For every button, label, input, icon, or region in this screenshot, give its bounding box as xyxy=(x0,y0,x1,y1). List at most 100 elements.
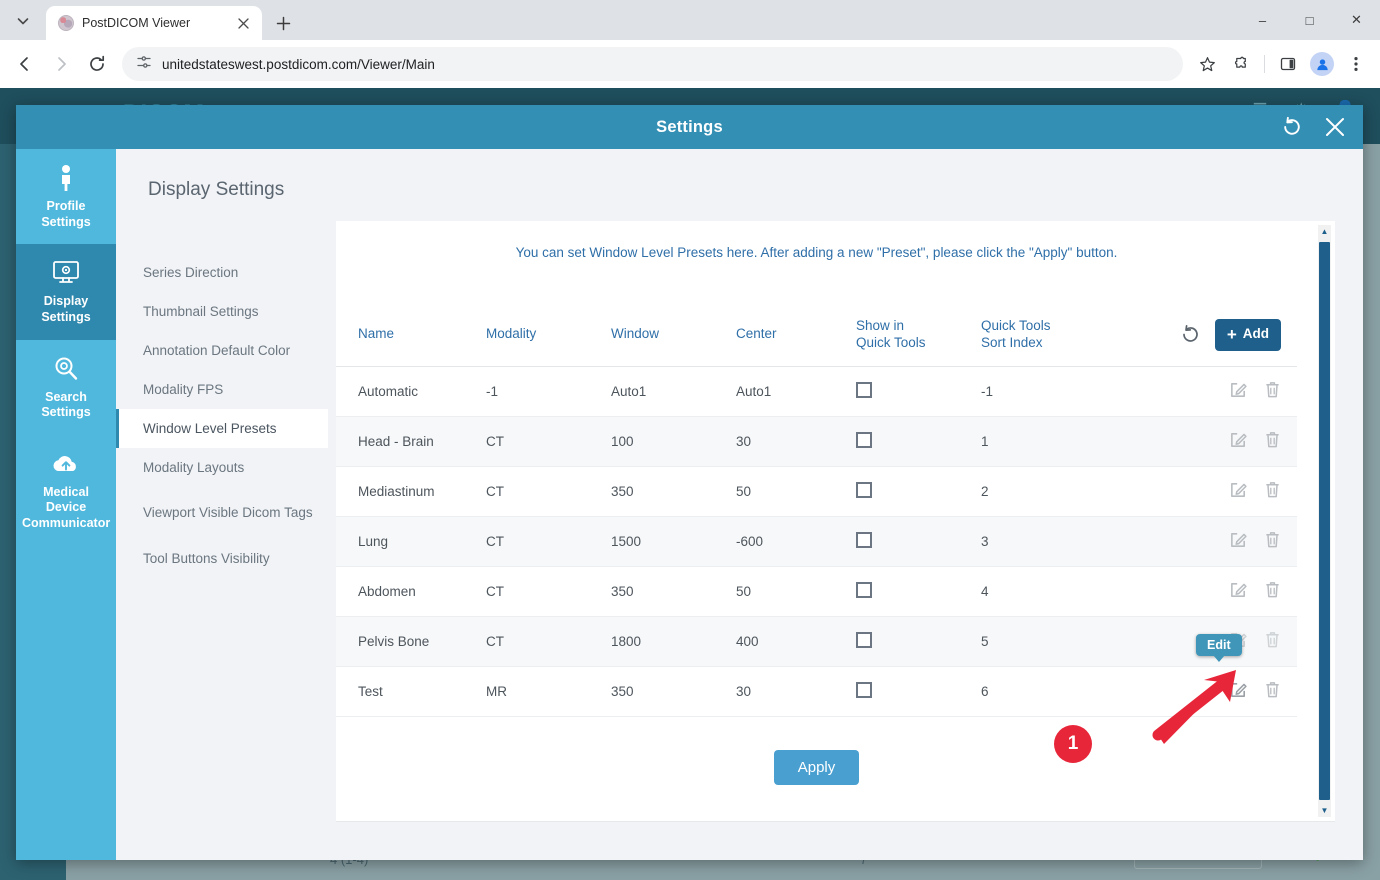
column-header-name: Name xyxy=(336,308,486,367)
submenu-item-viewport-visible-dicom-tags[interactable]: Viewport Visible Dicom Tags xyxy=(116,487,328,539)
presets-panel-inner: You can set Window Level Presets here. A… xyxy=(336,221,1335,821)
trash-icon[interactable] xyxy=(1264,480,1281,499)
scroll-up-icon[interactable]: ▲ xyxy=(1318,225,1331,238)
table-row[interactable]: Test MR 350 30 6 xyxy=(336,666,1297,717)
edit-icon[interactable] xyxy=(1229,680,1248,699)
panel-scrollbar[interactable]: ▲ ▼ xyxy=(1318,225,1331,817)
sidebar-label-line2: Communicator xyxy=(22,516,111,530)
submenu-item-modality-layouts[interactable]: Modality Layouts xyxy=(116,448,328,487)
trash-icon[interactable] xyxy=(1264,580,1281,599)
table-row[interactable]: Automatic -1 Auto1 Auto1 -1 xyxy=(336,366,1297,417)
submenu-item-tool-buttons-visibility[interactable]: Tool Buttons Visibility xyxy=(116,539,328,578)
table-row[interactable]: Head - Brain CT 100 30 1 xyxy=(336,416,1297,467)
tab-strip: PostDICOM Viewer – □ ✕ xyxy=(0,0,1380,40)
show-in-quick-tools-checkbox[interactable] xyxy=(856,381,872,398)
trash-icon[interactable] xyxy=(1264,680,1281,699)
column-header-show-in-quick-tools: Show in Quick Tools xyxy=(856,308,981,367)
submenu-item-thumbnail-settings[interactable]: Thumbnail Settings xyxy=(116,292,328,331)
show-in-quick-tools-checkbox[interactable] xyxy=(856,431,872,448)
trash-icon[interactable] xyxy=(1264,630,1281,649)
maximize-button[interactable]: □ xyxy=(1286,0,1333,40)
table-row[interactable]: Pelvis Bone CT 1800 400 5 xyxy=(336,616,1297,667)
column-header-modality: Modality xyxy=(486,308,611,367)
refresh-icon[interactable] xyxy=(1180,324,1201,345)
trash-icon[interactable] xyxy=(1264,530,1281,549)
edit-icon[interactable] xyxy=(1229,530,1248,549)
window-close-button[interactable]: ✕ xyxy=(1333,0,1380,40)
cloud-upload-icon xyxy=(22,449,110,479)
sidebar-label-line1: Profile xyxy=(46,199,86,213)
trash-icon[interactable] xyxy=(1264,430,1281,449)
table-row[interactable]: Mediastinum CT 350 50 2 xyxy=(336,466,1297,517)
apply-button[interactable]: Apply xyxy=(773,750,860,785)
cell-name: Abdomen xyxy=(336,566,486,617)
forward-button[interactable] xyxy=(44,47,78,81)
add-preset-button[interactable]: + Add xyxy=(1214,318,1281,351)
column-header-actions: + Add xyxy=(1131,308,1297,367)
show-in-quick-tools-checkbox[interactable] xyxy=(856,581,872,598)
cell-modality: CT xyxy=(486,566,611,617)
tab-close-icon[interactable] xyxy=(234,14,252,32)
cell-modality: -1 xyxy=(486,366,611,417)
edit-icon[interactable] xyxy=(1229,480,1248,499)
extensions-puzzle-icon[interactable] xyxy=(1225,48,1257,80)
plus-icon: + xyxy=(1226,325,1237,345)
submenu-item-annotation-default-color[interactable]: Annotation Default Color xyxy=(116,331,328,370)
sidebar-item-search-settings[interactable]: Search Settings xyxy=(16,340,116,435)
edit-icon[interactable] xyxy=(1229,430,1248,449)
sidebar-item-profile-settings[interactable]: Profile Settings xyxy=(16,149,116,244)
cell-actions xyxy=(1131,366,1297,417)
settings-dialog: Settings Profile Settings Display Settin… xyxy=(16,105,1363,860)
sidebar-label-line1: Medical Device xyxy=(43,484,89,515)
show-in-quick-tools-checkbox[interactable] xyxy=(856,681,872,698)
sidebar-item-display-settings[interactable]: Display Settings xyxy=(16,244,116,340)
cell-show-in-quick-tools xyxy=(856,366,981,417)
cell-sort-index: 2 xyxy=(981,466,1131,517)
table-header-row: Name Modality Window Center Show in Quic… xyxy=(336,308,1297,367)
submenu-item-series-direction[interactable]: Series Direction xyxy=(116,253,328,292)
back-button[interactable] xyxy=(8,47,42,81)
sidebar-label-line1: Display xyxy=(43,294,89,309)
sidebar-label-line2: Settings xyxy=(41,309,91,324)
cell-show-in-quick-tools xyxy=(856,516,981,567)
new-tab-button[interactable] xyxy=(266,6,300,40)
show-in-quick-tools-checkbox[interactable] xyxy=(856,481,872,498)
submenu-item-modality-fps[interactable]: Modality FPS xyxy=(116,370,328,409)
sidebar-item-medical-device-communicator[interactable]: Medical Device Communicator xyxy=(16,435,116,546)
profile-avatar[interactable] xyxy=(1306,48,1338,80)
close-icon[interactable] xyxy=(1323,115,1347,139)
browser-toolbar: unitedstateswest.postdicom.com/Viewer/Ma… xyxy=(0,40,1380,88)
table-row[interactable]: Lung CT 1500 -600 3 xyxy=(336,516,1297,567)
cell-name: Pelvis Bone xyxy=(336,616,486,667)
reset-icon[interactable] xyxy=(1281,116,1303,138)
window-level-presets-table: Name Modality Window Center Show in Quic… xyxy=(336,308,1297,717)
edit-icon[interactable] xyxy=(1229,380,1248,399)
cell-show-in-quick-tools xyxy=(856,566,981,617)
tab-title: PostDICOM Viewer xyxy=(82,16,191,30)
minimize-button[interactable]: – xyxy=(1239,0,1286,40)
kebab-menu-icon[interactable] xyxy=(1340,48,1372,80)
cell-name: Lung xyxy=(336,516,486,567)
add-button-label: Add xyxy=(1242,326,1269,342)
display-settings-submenu: Series Direction Thumbnail Settings Anno… xyxy=(116,201,328,860)
browser-tab[interactable]: PostDICOM Viewer xyxy=(46,6,262,40)
site-settings-icon[interactable] xyxy=(136,54,152,75)
tab-search-button[interactable] xyxy=(0,2,46,40)
scrollbar-thumb[interactable] xyxy=(1319,242,1330,800)
scroll-down-icon[interactable]: ▼ xyxy=(1318,804,1331,817)
show-in-quick-tools-checkbox[interactable] xyxy=(856,531,872,548)
reload-button[interactable] xyxy=(80,47,114,81)
sidebar-label-line2: Settings xyxy=(41,405,91,420)
sidebar-label-line2: Settings xyxy=(41,214,91,229)
page-title: Display Settings xyxy=(148,179,285,200)
browser-window: PostDICOM Viewer – □ ✕ unitedstateswest.… xyxy=(0,0,1380,880)
submenu-item-window-level-presets[interactable]: Window Level Presets xyxy=(116,409,328,448)
bookmark-star-icon[interactable] xyxy=(1191,48,1223,80)
cell-sort-index: 4 xyxy=(981,566,1131,617)
table-row[interactable]: Abdomen CT 350 50 4 xyxy=(336,566,1297,617)
show-in-quick-tools-checkbox[interactable] xyxy=(856,631,872,648)
side-panel-icon[interactable] xyxy=(1272,48,1304,80)
edit-icon[interactable] xyxy=(1229,580,1248,599)
address-bar[interactable]: unitedstateswest.postdicom.com/Viewer/Ma… xyxy=(122,47,1183,81)
trash-icon[interactable] xyxy=(1264,380,1281,399)
